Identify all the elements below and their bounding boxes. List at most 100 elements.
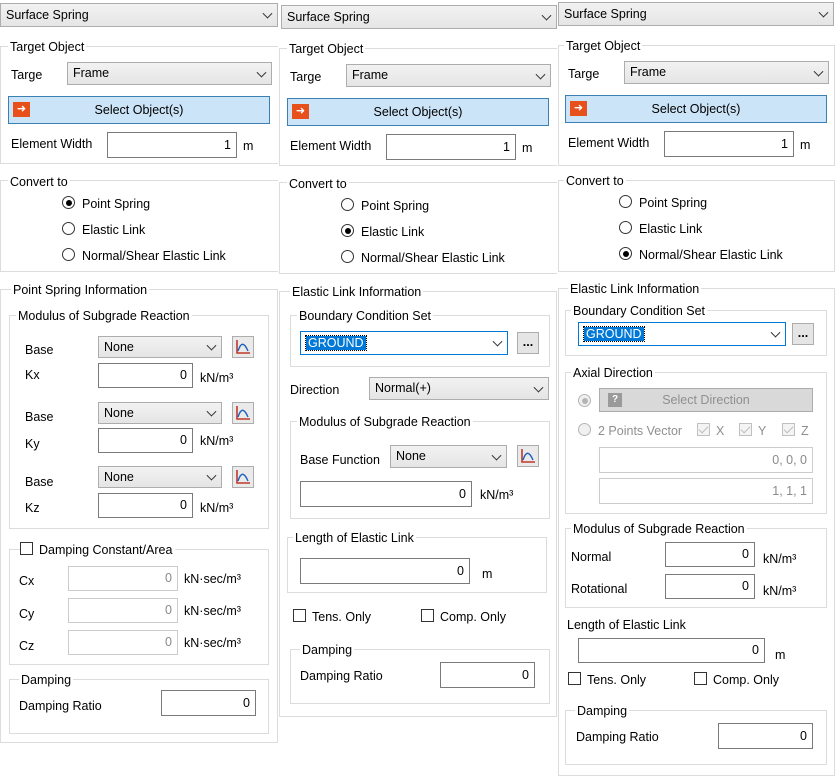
radio-dot [62,248,75,261]
radio-point-spring[interactable]: Point Spring [62,196,150,212]
checkbox-box [421,609,434,622]
type-combo[interactable]: Surface Spring [558,2,834,26]
base-x-label: Base [25,343,54,357]
comp-only-label: Comp. Only [440,610,506,624]
checkbox-x[interactable]: X [697,423,724,439]
checkbox-box [20,542,33,555]
radio-elastic-link[interactable]: Elastic Link [341,224,424,240]
select-arrow-icon: ➜ [292,104,309,119]
element-width-input[interactable]: 1 [386,134,516,160]
comp-only-checkbox[interactable]: Comp. Only [694,672,779,688]
kz-unit: kN/m³ [200,501,234,515]
ky-label: Ky [25,437,40,451]
function-graph-button[interactable] [517,445,539,467]
length-input[interactable]: 0 [578,638,765,663]
damping-legend: Damping [300,643,355,657]
length-input[interactable]: 0 [300,558,470,584]
target-combo[interactable]: Frame [346,64,551,87]
rotational-label: Rotational [571,582,628,596]
target-combo[interactable]: Frame [624,61,829,84]
radio-elastic-link[interactable]: Elastic Link [62,222,145,238]
tens-only-checkbox[interactable]: Tens. Only [568,672,646,688]
kx-unit: kN/m³ [200,371,234,385]
radio-normal-shear[interactable]: Normal/Shear Elastic Link [341,250,505,266]
tens-only-label: Tens. Only [312,610,372,624]
radio-point-spring-label: Point Spring [361,199,430,213]
checkbox-box [782,423,795,436]
select-direction-button[interactable]: ? Select Direction [599,388,813,412]
radio-dot [341,250,354,263]
cx-input[interactable]: 0 [68,566,178,591]
kx-input[interactable]: 0 [98,363,193,388]
damping-ratio-input[interactable]: 0 [161,690,256,716]
rotational-unit: kN/m³ [763,584,797,598]
cy-input[interactable]: 0 [68,598,178,623]
radio-elastic-link-label: Elastic Link [361,225,425,239]
boundary-condition-set-combo[interactable]: GROUND [300,331,508,355]
kz-input[interactable]: 0 [98,493,193,518]
radio-dot [578,423,591,436]
checkbox-y[interactable]: Y [739,423,766,439]
base-z-combo[interactable]: None [98,466,222,488]
radio-point-spring-label: Point Spring [82,197,151,211]
more-options-button[interactable]: ... [792,323,814,345]
rotational-input[interactable]: 0 [665,574,755,599]
type-combo[interactable]: Surface Spring [281,5,557,29]
chevron-down-icon [262,8,273,19]
cz-input[interactable]: 0 [68,630,178,655]
radio-point-spring[interactable]: Point Spring [341,198,429,214]
radio-two-points-vector[interactable]: 2 Points Vector [578,423,682,439]
length-unit: m [775,648,786,662]
select-objects-button[interactable]: ➜ Select Object(s) [8,96,270,124]
modulus-legend: Modulus of Subgrade Reaction [16,309,192,323]
damping-constant-checkbox[interactable]: Damping Constant/Area [20,542,176,558]
checkbox-box [293,609,306,622]
select-objects-button[interactable]: ➜ Select Object(s) [287,98,549,126]
modulus-input[interactable]: 0 [300,481,472,507]
radio-point-spring[interactable]: Point Spring [619,195,707,211]
tens-only-checkbox[interactable]: Tens. Only [293,609,371,625]
radio-dot [619,247,632,260]
checkbox-z[interactable]: Z [782,423,809,439]
type-combo[interactable]: Surface Spring [0,3,278,27]
element-width-unit: m [522,141,533,155]
base-function-combo[interactable]: None [390,445,507,468]
damping-ratio-label: Damping Ratio [19,699,102,713]
more-options-button[interactable]: ... [517,332,539,354]
base-y-combo[interactable]: None [98,402,222,424]
element-width-input[interactable]: 1 [664,131,794,157]
damping-ratio-label: Damping Ratio [300,669,383,683]
chevron-down-icon [256,67,267,78]
radio-elastic-link[interactable]: Elastic Link [619,221,702,237]
pane-normal-shear-link: Surface Spring Target Object Targe Frame… [558,0,836,781]
radio-normal-shear[interactable]: Normal/Shear Elastic Link [619,247,783,263]
function-graph-button[interactable] [232,402,254,424]
chevron-down-icon [491,450,502,461]
function-graph-button[interactable] [232,336,254,358]
element-width-input[interactable]: 1 [107,132,237,158]
radio-normal-shear[interactable]: Normal/Shear Elastic Link [62,248,226,264]
chevron-down-icon [206,406,217,417]
boundary-condition-set-combo[interactable]: GROUND [578,322,786,346]
target-combo[interactable]: Frame [67,62,272,85]
element-width-label: Element Width [568,136,650,150]
base-x-combo[interactable]: None [98,336,222,358]
direction-combo[interactable]: Normal(+) [369,377,549,400]
normal-input[interactable]: 0 [665,542,755,567]
vector-start-input[interactable]: 0, 0, 0 [599,447,813,473]
target-label: Targe [290,70,322,84]
radio-dot [62,196,75,209]
target-combo-value: Frame [73,66,110,80]
comp-only-checkbox[interactable]: Comp. Only [421,609,506,625]
ky-unit: kN/m³ [200,434,234,448]
base-function-value: None [396,449,426,463]
function-graph-button[interactable] [232,466,254,488]
element-width-label: Element Width [290,139,372,153]
select-objects-button[interactable]: ➜ Select Object(s) [565,95,827,123]
base-z-value: None [104,470,134,484]
kx-label: Kx [25,368,40,382]
ky-input[interactable]: 0 [98,428,193,453]
damping-ratio-input[interactable]: 0 [440,662,535,688]
damping-ratio-input[interactable]: 0 [718,723,813,749]
vector-end-input[interactable]: 1, 1, 1 [599,478,813,504]
